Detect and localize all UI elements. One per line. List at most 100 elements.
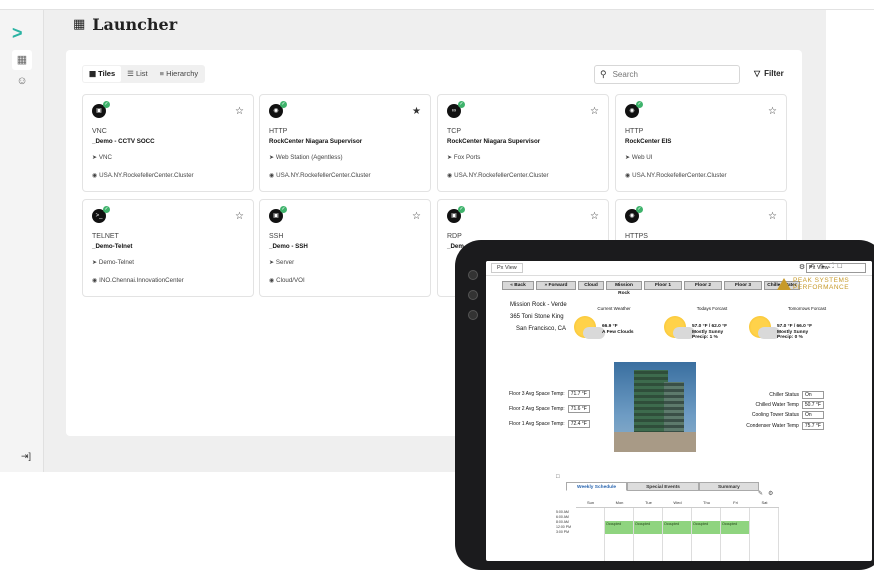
tab-special-events[interactable]: Special Events (627, 482, 699, 491)
px-nav-bar: « Back » Forward Cloud Mission Rock Floo… (502, 281, 800, 296)
occupied-block[interactable]: Occupied (605, 521, 633, 534)
status-check-icon: ✓ (458, 101, 465, 108)
status-label: Condenser Water Temp (746, 423, 799, 429)
tile-location-row: ◉ USA.NY.RockefellerCenter.Cluster (447, 172, 549, 179)
status-value: On (802, 391, 824, 399)
occupied-block[interactable]: Occupied (634, 521, 662, 534)
page-title: Launcher (92, 15, 178, 34)
weather-label: Tomorrows Forcast (787, 306, 827, 311)
edit-icon[interactable]: ✎ (758, 490, 763, 497)
floor-3-button[interactable]: Floor 3 (724, 281, 762, 290)
weather-label: Todays Forcast (696, 306, 728, 311)
star-outline-icon[interactable]: ☆ (768, 106, 777, 117)
filter-button[interactable]: ▽ Filter (754, 69, 784, 78)
todays-forecast: Todays Forcast 57.0 °F / 62.0 °F Mostly S… (664, 306, 744, 346)
address-line: San Francisco, CA (516, 326, 567, 332)
star-outline-icon[interactable]: ☆ (412, 211, 421, 222)
forward-button[interactable]: » Forward (536, 281, 576, 290)
occupied-block[interactable]: Occupied (692, 521, 720, 534)
user-icon[interactable]: ☺ (12, 71, 32, 91)
schedule-grid[interactable] (576, 507, 779, 561)
floor-3-temp: Floor 3 Avg Space Temp: 71.7 °F (509, 390, 590, 398)
search-input[interactable] (612, 70, 723, 79)
window-top-strip (0, 0, 874, 10)
tab-list[interactable]: ☰ List (121, 66, 153, 82)
floor-1-button[interactable]: Floor 1 (644, 281, 682, 290)
mission-rock-button[interactable]: Mission Rock (606, 281, 642, 296)
star-outline-icon[interactable]: ☆ (235, 106, 244, 117)
brand-line-2: PERFORMANCE (793, 284, 850, 291)
tile-location-row: ◉ USA.NY.RockefellerCenter.Cluster (92, 172, 194, 179)
peak-logo: PEAK SYSTEMS PERFORMANCE (777, 277, 850, 291)
star-outline-icon[interactable]: ☆ (590, 106, 599, 117)
tab-hierarchy[interactable]: ≡ Hierarchy (154, 66, 205, 82)
search-icon: ⚲ (600, 69, 607, 79)
view-toggle: ▦ Tiles ☰ List ≡ Hierarchy (82, 65, 206, 83)
day-label: Thu (703, 500, 710, 505)
tile-protocol: SSH (269, 233, 284, 240)
tab-summary[interactable]: Summary (698, 482, 759, 491)
logout-icon[interactable]: ⇥] (21, 451, 31, 462)
tile-card[interactable]: ∞ ✓ ☆ TCP RockCenter Niagara Supervisor … (437, 94, 609, 192)
page-title-row: ▦ Launcher (73, 15, 177, 34)
tab-weekly-schedule[interactable]: Weekly Schedule (566, 482, 628, 491)
tile-protocol: VNC (92, 128, 107, 135)
px-view-toolbar: Px View ⚙ ↶ ↷ ⛶ □ Px View (486, 261, 872, 276)
calendar-icon[interactable]: □ (556, 474, 560, 480)
cooling-tower-status: Cooling Tower Status On (752, 411, 824, 419)
filter-label: Filter (764, 69, 784, 78)
weather-label: Current Weather (597, 306, 631, 311)
day-label: Tue (645, 500, 652, 505)
launcher-grid-icon[interactable]: ▦ (12, 50, 32, 70)
gear-icon[interactable]: ⚙ (768, 490, 773, 497)
chilled-water-temp: Chilled Water Temp 50.7 °F (755, 401, 824, 409)
tile-protocol: TELNET (92, 233, 119, 240)
status-check-icon: ✓ (280, 206, 287, 213)
day-label: Fri (733, 500, 738, 505)
building-base (614, 432, 696, 452)
occupied-block[interactable]: Occupied (663, 521, 691, 534)
view-select[interactable]: Px View (806, 263, 866, 273)
star-outline-icon[interactable]: ☆ (590, 211, 599, 222)
schedule-times: 5:00 AM 6:00 AM 8:00 AM 12:00 PM 3:00 PM (556, 510, 571, 534)
app-logo-icon[interactable]: > (12, 24, 30, 42)
tile-protocol: RDP (447, 233, 462, 240)
tile-protocol: HTTP (625, 128, 644, 135)
grid-icon: ▦ (73, 17, 86, 32)
address-line: 365 Toni Stone King (510, 314, 564, 320)
side-rail: > ▦ ☺ (0, 10, 44, 472)
tile-card[interactable]: ◉ ✓ ☆ HTTP RockCenter EIS ➤ Web UI ◉ USA… (615, 94, 787, 192)
temp-label: Floor 2 Avg Space Temp: (509, 406, 565, 412)
status-label: Cooling Tower Status (751, 412, 799, 418)
tile-name: RockCenter Niagara Supervisor (447, 138, 541, 145)
occupied-block[interactable]: Occupied (721, 521, 749, 534)
tile-card[interactable]: ▣ ✓ ☆ SSH _Demo - SSH ➤ Server ◉ Cloud/V… (259, 199, 431, 297)
back-button[interactable]: « Back (502, 281, 534, 290)
temp-value: 72.4 °F (567, 420, 590, 428)
temp-value: 71.7 °F (567, 390, 590, 398)
floor-2-button[interactable]: Floor 2 (684, 281, 722, 290)
tablet-screen: Px View ⚙ ↶ ↷ ⛶ □ Px View « Back » Forwa… (486, 261, 872, 561)
star-outline-icon[interactable]: ☆ (235, 211, 244, 222)
star-outline-icon[interactable]: ☆ (768, 211, 777, 222)
tile-card[interactable]: ▣ ✓ ☆ VNC _Demo - CCTV SOCC ➤ VNC ◉ USA.… (82, 94, 254, 192)
building-photo (614, 362, 696, 452)
status-check-icon: ✓ (103, 206, 110, 213)
status-check-icon: ✓ (636, 101, 643, 108)
weather-text: 66.9 °F A Few Clouds (602, 324, 634, 335)
tile-location-row: ◉ USA.NY.RockefellerCenter.Cluster (269, 172, 371, 179)
cloud-button[interactable]: Cloud (578, 281, 604, 290)
search-box[interactable]: ⚲ (594, 65, 740, 84)
tablet-button (468, 310, 478, 320)
brand-line-1: PEAK SYSTEMS (793, 277, 850, 284)
gear-icon[interactable]: ⚙ (799, 263, 805, 271)
site-address: Mission Rock - Verde 365 Toni Stone King… (510, 299, 567, 335)
tab-tiles[interactable]: ▦ Tiles (83, 66, 122, 82)
tile-card[interactable]: ◉ ✓ ★ HTTP RockCenter Niagara Supervisor… (259, 94, 431, 192)
tile-card[interactable]: >_ ✓ ☆ TELNET _Demo-Telnet ➤ Demo-Telnet… (82, 199, 254, 297)
tab-px-view[interactable]: Px View (491, 263, 523, 273)
temp-value: 71.6 °F (567, 405, 590, 413)
temp-label: Floor 3 Avg Space Temp: (509, 391, 565, 397)
address-line: Mission Rock - Verde (510, 302, 567, 308)
star-filled-icon[interactable]: ★ (412, 106, 421, 117)
